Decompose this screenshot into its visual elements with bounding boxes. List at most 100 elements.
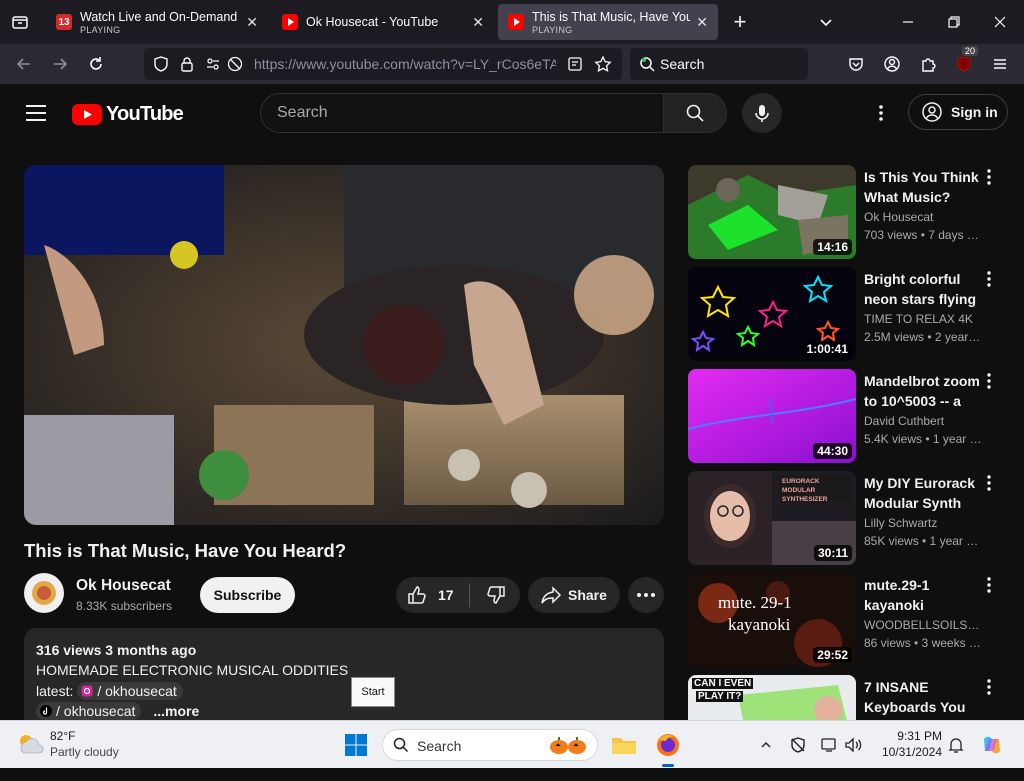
pocket-icon[interactable] [844,52,868,76]
recommendation-title[interactable]: Is This You Think What Music? [864,167,982,207]
list-item[interactable]: 1:00:41 Bright colorful neon stars flyin… [688,267,1008,361]
more-vertical-icon[interactable] [982,575,996,595]
minimize-icon[interactable] [898,12,918,32]
more-vertical-icon[interactable] [982,677,996,697]
share-button[interactable]: Share [528,577,620,613]
tab-this-is-that-music[interactable]: This is That Music, Have You H PLAYING ✕ [498,4,718,40]
close-tab-icon[interactable]: ✕ [246,14,258,31]
like-button[interactable]: 17 [406,577,468,613]
thumbnail-caption: mute. 29-1 [718,593,792,612]
list-item[interactable]: 44:30 Mandelbrot zoom to 10^5003 -- a Da… [688,369,1008,463]
recommendation-channel[interactable]: TIME TO RELAX 4K [864,312,982,326]
video-thumbnail[interactable]: CAN I EVEN PLAY IT? [688,675,856,720]
list-item[interactable]: mute. 29-1 kayanoki 29:52 mute.29-1 kaya… [688,573,1008,667]
recommendation-title[interactable]: My DIY Eurorack Modular Synth [864,473,982,513]
browser-search-bar[interactable]: Search [630,48,808,80]
weather-widget[interactable]: 82°F Partly cloudy [16,727,136,763]
tiktok-link[interactable]: / okhousecat [36,702,142,720]
list-item[interactable]: 14:16 Is This You Think What Music? Ok H… [688,165,1008,259]
subscriber-count: 8.33K subscribers [76,599,173,613]
taskbar-search-input[interactable]: Search [382,729,598,761]
recommendation-channel[interactable]: WOODBELLSOILSHOP [864,618,982,632]
clock[interactable]: 9:31 PM 10/31/2024 [872,729,942,759]
more-vertical-icon[interactable] [982,167,996,187]
restore-icon[interactable] [944,12,964,32]
windows-start-icon[interactable] [340,729,372,761]
voice-search-button[interactable] [742,93,782,133]
recommendation-channel[interactable]: David Cuthbert [864,414,982,428]
chevron-up-icon[interactable] [750,729,782,761]
recommendation-title[interactable]: Bright colorful neon stars flying [864,269,982,309]
youtube-logo[interactable]: YouTube [72,103,184,126]
forward-arrow-icon[interactable] [48,52,72,76]
video-thumbnail[interactable]: mute. 29-1 kayanoki 29:52 [688,573,856,667]
more-actions-button[interactable] [628,577,664,613]
close-window-icon[interactable] [990,12,1010,32]
recommendation-title[interactable]: Mandelbrot zoom to 10^5003 -- a [864,371,982,411]
chevron-down-icon[interactable] [816,12,836,32]
account-icon[interactable] [880,52,904,76]
avatar[interactable] [24,573,64,613]
recommendation-channel[interactable]: Lilly Schwartz [864,516,982,530]
url-text[interactable]: https://www.youtube.com/watch?v=LY_rCos6… [254,56,556,72]
youtube-icon [282,14,298,30]
thumbnail-caption: kayanoki [728,615,791,634]
video-thumbnail[interactable]: 44:30 [688,369,856,463]
autoplay-blocked-icon[interactable] [226,55,244,78]
new-tab-icon[interactable]: + [730,11,750,33]
url-bar[interactable]: https://www.youtube.com/watch?v=LY_rCos6… [144,48,622,80]
reload-icon[interactable] [84,52,108,76]
instagram-link[interactable]: / okhousecat [77,682,183,700]
mouse-cursor-icon [373,763,381,781]
extensions-icon[interactable] [916,52,940,76]
video-thumbnail[interactable]: 1:00:41 [688,267,856,361]
shield-icon[interactable] [152,55,170,78]
vpn-shield-icon[interactable] [782,729,814,761]
more-vertical-icon[interactable] [982,473,996,493]
bookmark-star-icon[interactable] [594,55,612,78]
settings-kebab-icon[interactable] [872,103,890,123]
hamburger-menu-icon[interactable] [988,52,1012,76]
file-explorer-icon[interactable] [608,729,640,761]
list-item[interactable]: CAN I EVEN PLAY IT? 7 INSANE Keyboards Y… [688,675,1008,720]
video-thumbnail[interactable]: EURORACK MODULAR SYNTHESIZER 30:11 [688,471,856,565]
sign-in-button[interactable]: Sign in [908,94,1008,130]
youtube-search-button[interactable] [663,93,727,133]
video-player[interactable] [24,165,664,525]
more-vertical-icon[interactable] [982,269,996,289]
subscribe-button[interactable]: Subscribe [200,577,295,613]
close-tab-icon[interactable]: ✕ [472,14,484,31]
reader-view-icon[interactable] [566,55,584,78]
tab-list-icon[interactable] [10,12,30,32]
copilot-icon[interactable] [976,729,1008,761]
recommendation-title[interactable]: mute.29-1 kayanoki [864,575,982,615]
description-latest: latest: / okhousecat [36,682,183,700]
tab-ok-housecat[interactable]: Ok Housecat - YouTube ✕ [272,4,494,40]
close-tab-icon[interactable]: ✕ [696,14,708,31]
guide-menu-icon[interactable] [24,103,48,123]
video-description[interactable]: 316 views 3 months ago HOMEMADE ELECTRON… [24,628,664,728]
more-vertical-icon[interactable] [982,371,996,391]
start-tooltip: Start [351,677,395,707]
ublock-icon[interactable]: 20 [952,46,979,76]
show-more-link[interactable]: ...more [153,703,199,719]
permissions-icon[interactable] [204,55,222,78]
lock-icon[interactable] [178,55,196,78]
video-thumbnail[interactable]: 14:16 [688,165,856,259]
youtube-search-input[interactable]: Search [260,93,664,133]
like-count: 17 [438,587,454,603]
notification-bell-icon[interactable] [940,729,972,761]
firefox-icon[interactable] [652,729,684,761]
list-item[interactable]: EURORACK MODULAR SYNTHESIZER 30:11 My DI… [688,471,1008,565]
dislike-button[interactable] [478,577,514,613]
recommendation-channel[interactable]: Ok Housecat [864,210,982,224]
tab-status: PLAYING [80,24,121,35]
back-arrow-icon[interactable] [12,52,36,76]
latest-label: latest: [36,683,74,699]
volume-icon[interactable] [838,729,870,761]
search-icon [393,737,409,753]
recommendation-title[interactable]: 7 INSANE Keyboards You [864,677,982,717]
tab-channel13[interactable]: 13 Watch Live and On-Demand Vi PLAYING ✕ [46,4,268,40]
channel-name[interactable]: Ok Housecat [76,577,171,595]
youtube-logo-icon [72,104,102,125]
